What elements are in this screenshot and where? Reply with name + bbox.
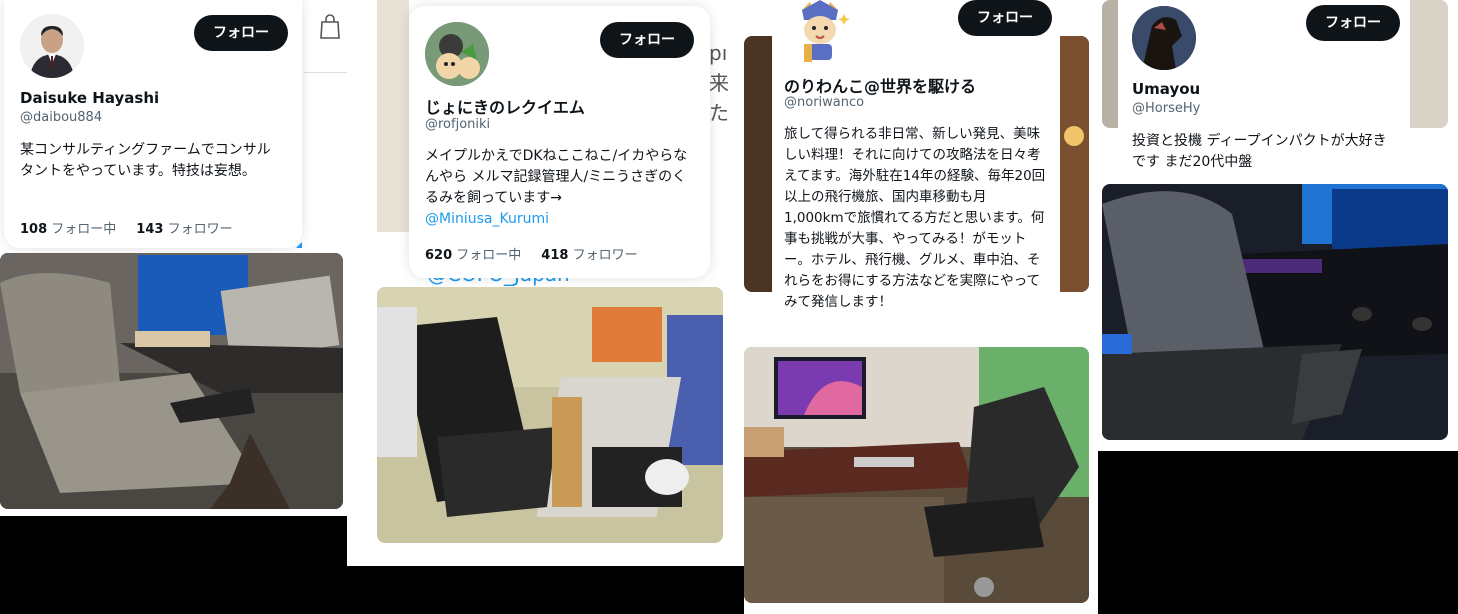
shopping-bag-icon[interactable]: [318, 14, 342, 40]
follow-button[interactable]: フォロー: [958, 0, 1052, 36]
profile-bio: 旅して得られる非日常、新しい発見、美味しい料理！それに向けての攻略法を日々考えて…: [784, 126, 1046, 310]
following-stat[interactable]: 620 フォロー中: [425, 248, 521, 263]
following-stat[interactable]: 108 フォロー中: [20, 222, 116, 237]
background-tweet-text: pı来たるの: [709, 41, 729, 125]
profile-name[interactable]: のりわんこ@世界を駆ける: [784, 73, 976, 97]
background-tweet-image: [377, 0, 409, 232]
profile-stats: 108 フォロー中 143 フォロワー: [20, 218, 233, 237]
follow-button[interactable]: フォロー: [600, 22, 694, 58]
feed-column-1: フォロー Daisuke Hayashi @daibou884 某コンサルティン…: [0, 0, 347, 516]
avatar[interactable]: [788, 0, 852, 64]
profile-hover-card: フォロー Umayou @HorseHy 投資と投機 ディープインパクトが大好き…: [1118, 0, 1410, 178]
profile-handle[interactable]: @HorseHy: [1132, 101, 1200, 116]
profile-hover-card: フォロー Daisuke Hayashi @daibou884 某コンサルティン…: [4, 0, 302, 248]
feed-column-3: フォロー のりわんこ@世界を駆ける @noriwanco 旅して得られる非日常、…: [744, 0, 1098, 614]
avatar[interactable]: [1132, 6, 1196, 70]
profile-bio: メイプルかえでDKねここねこ/イカやらなんやら メルマ記録管理人/ミニうさぎのく…: [425, 148, 688, 227]
followers-stat[interactable]: 143 フォロワー: [136, 222, 232, 237]
feed-column-4: フォロー Umayou @HorseHy 投資と投機 ディープインパクトが大好き…: [1098, 0, 1458, 451]
tweet-photo[interactable]: [744, 347, 1089, 603]
feed-column-2: pı来たるの @COFO_Japan フォロー じょにきのレクイエム @rofj…: [347, 0, 745, 566]
bio-mention-link[interactable]: @Miniusa_Kurumi: [425, 211, 549, 227]
profile-bio: 某コンサルティングファームでコンサルタントをやっています。特技は妄想。: [20, 142, 271, 179]
follow-button[interactable]: フォロー: [1306, 5, 1400, 41]
profile-stats: 620 フォロー中 418 フォロワー: [425, 244, 638, 263]
tweet-photo[interactable]: [1102, 184, 1448, 440]
tweet-photo[interactable]: [0, 253, 343, 509]
follow-button[interactable]: フォロー: [194, 15, 288, 51]
card-corner-marker: [296, 242, 302, 248]
followers-stat[interactable]: 418 フォロワー: [541, 248, 637, 263]
profile-name[interactable]: じょにきのレクイエム: [425, 94, 585, 118]
profile-name[interactable]: Umayou: [1132, 80, 1200, 98]
avatar[interactable]: [20, 14, 84, 78]
profile-handle[interactable]: @daibou884: [20, 110, 102, 125]
profile-bio: 投資と投機 ディープインパクトが大好きです まだ20代中盤: [1132, 133, 1387, 170]
divider: [304, 72, 347, 73]
profile-handle[interactable]: @noriwanco: [784, 95, 864, 110]
profile-hover-card: フォロー のりわんこ@世界を駆ける @noriwanco 旅して得られる非日常、…: [772, 0, 1060, 340]
avatar[interactable]: [425, 22, 489, 86]
profile-handle[interactable]: @rofjoniki: [425, 117, 490, 132]
profile-hover-card: フォロー じょにきのレクイエム @rofjoniki メイプルかえでDKねここね…: [409, 6, 710, 278]
profile-name[interactable]: Daisuke Hayashi: [20, 89, 159, 107]
tweet-photo[interactable]: [377, 287, 723, 543]
